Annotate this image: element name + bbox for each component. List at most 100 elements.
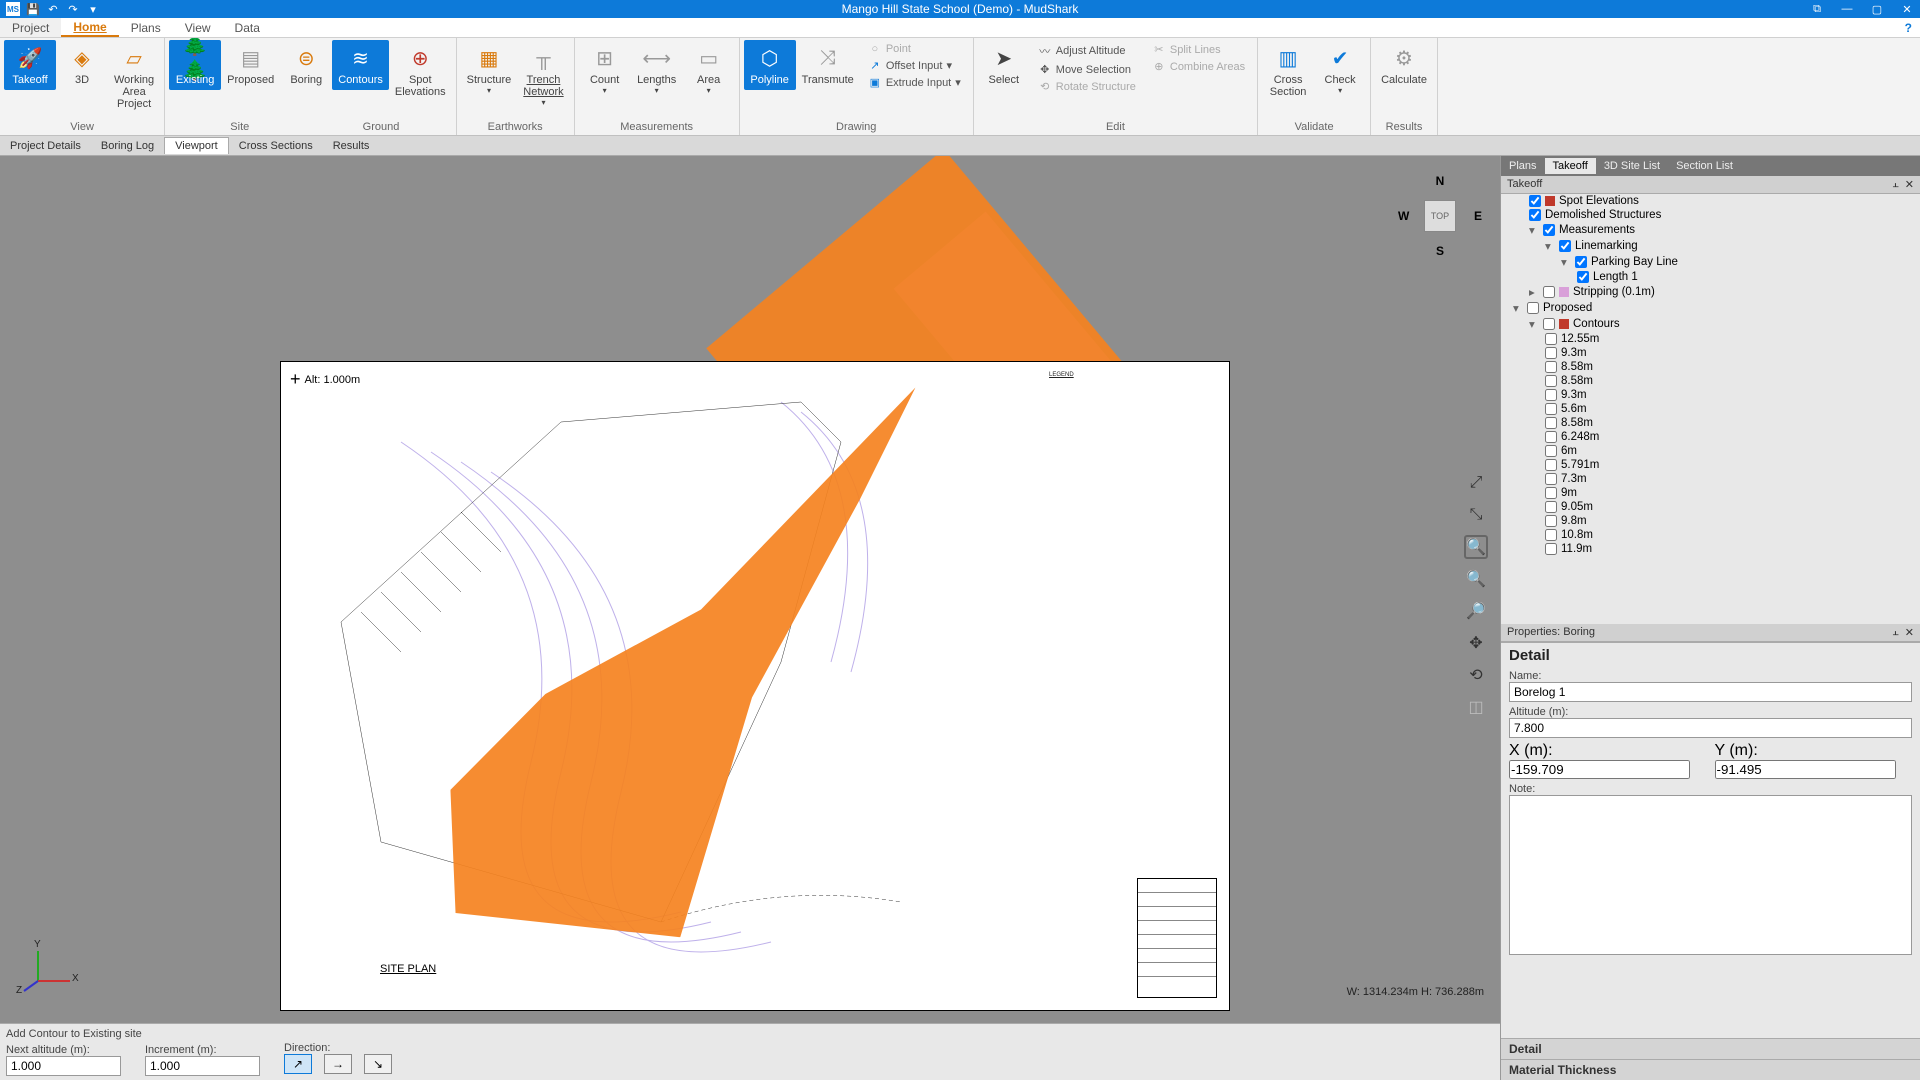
x-input[interactable] [1509,760,1690,779]
restore-down-icon[interactable]: ⧉ [1808,3,1826,16]
3d-button[interactable]: ◈3D [56,40,108,90]
increment-input[interactable] [145,1056,260,1076]
check-button[interactable]: ✔Check▾ [1314,40,1366,99]
boring-button[interactable]: ⊜Boring [280,40,332,90]
direction-up-button[interactable]: ↗ [284,1054,312,1074]
save-icon[interactable]: 💾 [26,2,40,16]
close-icon[interactable]: ✕ [1898,3,1916,16]
collapse-icon[interactable]: ⤡ [1464,503,1488,527]
accordion-detail[interactable]: Detail [1501,1038,1920,1059]
direction-down-button[interactable]: ↘ [364,1054,392,1074]
cross-section-button[interactable]: ▥Cross Section [1262,40,1314,102]
tree-contour-item[interactable]: 12.55m [1501,332,1920,346]
rp-tab-takeoff[interactable]: Takeoff [1545,158,1596,174]
takeoff-tree[interactable]: Spot Elevations Demolished Structures ▾M… [1501,194,1920,624]
expand-icon[interactable]: ⤢ [1464,471,1488,495]
tree-length1[interactable]: Length 1 [1501,270,1920,284]
tree-contour-item[interactable]: 10.8m [1501,528,1920,542]
altitude-input[interactable] [1509,718,1912,738]
viewport[interactable]: LEGEND SITE PLAN +Alt: 1.0 [0,156,1500,1080]
tab-project-details[interactable]: Project Details [0,138,91,154]
count-button[interactable]: ⊞Count▾ [579,40,631,99]
tree-proposed[interactable]: ▾Proposed [1501,300,1920,316]
tree-contour-item[interactable]: 5.791m [1501,458,1920,472]
next-altitude-input[interactable] [6,1056,121,1076]
rp-tab-site-list[interactable]: 3D Site List [1596,158,1668,174]
zoom-icon[interactable]: 🔎 [1464,599,1488,623]
tree-contour-item[interactable]: 9.8m [1501,514,1920,528]
tree-contour-item[interactable]: 6.248m [1501,430,1920,444]
collapse-icon[interactable]: ▾ [1529,317,1539,331]
tree-contour-item[interactable]: 8.58m [1501,374,1920,388]
undo-icon[interactable]: ↶ [46,2,60,16]
tab-data[interactable]: Data [223,18,272,37]
offset-input-button[interactable]: ↗Offset Input ▾ [864,58,965,73]
tab-view[interactable]: View [173,18,223,37]
pan-icon[interactable]: ✥ [1464,631,1488,655]
redo-icon[interactable]: ↷ [66,2,80,16]
select-button[interactable]: ➤Select [978,40,1030,90]
qat-dropdown-icon[interactable]: ▾ [86,2,100,16]
maximize-icon[interactable]: ▢ [1868,3,1886,16]
tree-contour-item[interactable]: 8.58m [1501,360,1920,374]
calculate-button[interactable]: ⚙Calculate [1375,40,1433,90]
area-button[interactable]: ▭Area▾ [683,40,735,99]
tree-spot-elevations[interactable]: Spot Elevations [1501,194,1920,208]
pin-icon[interactable]: ⫠ [1892,178,1899,191]
takeoff-button[interactable]: 🚀Takeoff [4,40,56,90]
y-input[interactable] [1715,760,1896,779]
panel-close-icon[interactable]: ✕ [1905,626,1914,639]
tree-linemarking[interactable]: ▾Linemarking [1501,238,1920,254]
lengths-button[interactable]: ⟷Lengths▾ [631,40,683,99]
cube-view-icon[interactable]: ◫ [1464,695,1488,719]
existing-button[interactable]: 🌲🌲Existing [169,40,221,90]
extrude-input-button[interactable]: ▣Extrude Input ▾ [864,75,965,90]
collapse-icon[interactable]: ▾ [1529,223,1539,237]
zoom-in-icon[interactable]: 🔍 [1464,567,1488,591]
help-icon[interactable]: ? [1905,21,1912,35]
tree-contour-item[interactable]: 9m [1501,486,1920,500]
proposed-button[interactable]: ▤Proposed [221,40,280,90]
tree-contour-item[interactable]: 5.6m [1501,402,1920,416]
minimize-icon[interactable]: — [1838,3,1856,16]
tab-home[interactable]: Home [61,18,118,37]
tree-demolished[interactable]: Demolished Structures [1501,208,1920,222]
orbit-icon[interactable]: ⟲ [1464,663,1488,687]
tree-contour-item[interactable]: 11.9m [1501,542,1920,556]
structure-button[interactable]: ▦Structure▾ [461,40,518,99]
tree-contour-item[interactable]: 9.3m [1501,346,1920,360]
accordion-material-thickness[interactable]: Material Thickness [1501,1059,1920,1080]
polyline-button[interactable]: ⬡Polyline [744,40,796,90]
compass-top[interactable]: TOP [1424,200,1456,232]
tree-contours[interactable]: ▾Contours [1501,316,1920,332]
note-input[interactable] [1509,795,1912,955]
tree-contour-item[interactable]: 8.58m [1501,416,1920,430]
tab-viewport[interactable]: Viewport [164,137,229,154]
tab-cross-sections[interactable]: Cross Sections [229,138,323,154]
expand-icon[interactable]: ▸ [1529,285,1539,299]
collapse-icon[interactable]: ▾ [1513,301,1523,315]
move-selection-button[interactable]: ✥Move Selection [1034,62,1140,77]
direction-flat-button[interactable]: → [324,1054,352,1074]
adjust-altitude-button[interactable]: 〰Adjust Altitude [1034,42,1140,60]
spot-elevations-button[interactable]: ⊕Spot Elevations [389,40,452,102]
pin-icon[interactable]: ⫠ [1892,626,1899,639]
point-button[interactable]: ○Point [864,42,965,56]
rp-tab-section-list[interactable]: Section List [1668,158,1741,174]
tree-measurements[interactable]: ▾Measurements [1501,222,1920,238]
tree-contour-item[interactable]: 6m [1501,444,1920,458]
trench-network-button[interactable]: ╥Trench Network▾ [517,40,569,111]
tab-results[interactable]: Results [323,138,380,154]
rp-tab-plans[interactable]: Plans [1501,158,1545,174]
tree-stripping[interactable]: ▸Stripping (0.1m) [1501,284,1920,300]
tab-project[interactable]: Project [0,18,61,37]
collapse-icon[interactable]: ▾ [1545,239,1555,253]
panel-close-icon[interactable]: ✕ [1905,178,1914,191]
transmute-button[interactable]: ⤨Transmute [796,40,860,90]
tree-contour-item[interactable]: 7.3m [1501,472,1920,486]
tree-parking-bay[interactable]: ▾Parking Bay Line [1501,254,1920,270]
tree-contour-item[interactable]: 9.05m [1501,500,1920,514]
contours-button[interactable]: ≋Contours [332,40,389,90]
tab-plans[interactable]: Plans [119,18,173,37]
name-input[interactable] [1509,682,1912,702]
